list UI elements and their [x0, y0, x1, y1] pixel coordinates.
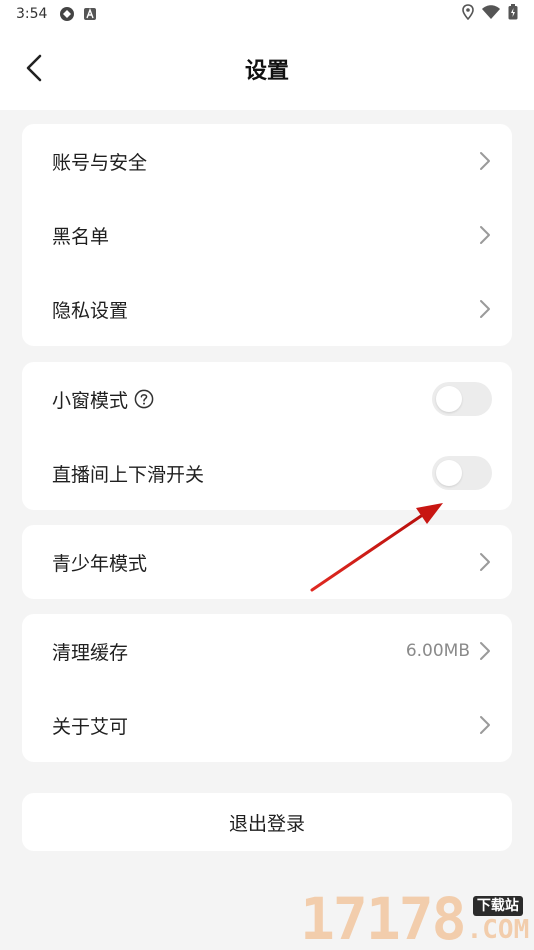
- toggle-knob: [436, 386, 462, 412]
- logout-button[interactable]: 退出登录: [22, 793, 512, 851]
- row-live-swipe-switch: 直播间上下滑开关: [22, 436, 512, 510]
- mini-window-toggle[interactable]: [432, 382, 492, 416]
- row-label: 黑名单: [52, 225, 110, 248]
- location-icon: [462, 4, 474, 24]
- row-clear-cache[interactable]: 清理缓存 6.00MB: [22, 614, 512, 688]
- row-label: 小窗模式: [52, 389, 129, 412]
- top-bar: 设置: [0, 28, 534, 110]
- page-title: 设置: [244, 59, 289, 84]
- row-label: 青少年模式: [52, 552, 148, 575]
- back-button[interactable]: [16, 50, 52, 86]
- watermark-logo: 17178 下载站 .COM: [300, 886, 530, 948]
- row-mini-window-mode: 小窗模式: [22, 362, 512, 436]
- row-privacy-settings[interactable]: 隐私设置: [22, 272, 512, 346]
- watermark-tag: 下载站: [472, 896, 523, 916]
- chevron-right-icon: [478, 715, 492, 735]
- row-label: 隐私设置: [52, 299, 129, 322]
- row-label: 关于艾可: [52, 715, 129, 738]
- status-bar: 3:54: [0, 0, 534, 28]
- a-notification-icon: [83, 7, 97, 21]
- status-time: 3:54: [16, 6, 48, 22]
- chevron-right-icon: [478, 552, 492, 572]
- watermark-digits: 17178: [300, 885, 467, 950]
- row-blacklist[interactable]: 黑名单: [22, 198, 512, 272]
- app-notification-icon: [59, 6, 75, 22]
- row-account-security[interactable]: 账号与安全: [22, 124, 512, 198]
- live-swipe-toggle[interactable]: [432, 456, 492, 490]
- battery-icon: [508, 4, 518, 24]
- cache-size-value: 6.00MB: [405, 641, 470, 661]
- settings-group-misc: 清理缓存 6.00MB 关于艾可: [22, 614, 512, 762]
- settings-group-account: 账号与安全 黑名单 隐私设置: [22, 124, 512, 346]
- row-label: 直播间上下滑开关: [52, 463, 205, 486]
- settings-group-youth: 青少年模式: [22, 525, 512, 599]
- chevron-left-icon: [26, 54, 42, 82]
- row-label: 清理缓存: [52, 641, 129, 664]
- wifi-icon: [482, 5, 500, 23]
- chevron-right-icon: [478, 641, 492, 661]
- chevron-right-icon: [478, 299, 492, 319]
- toggle-knob: [436, 460, 462, 486]
- settings-group-playback: 小窗模式 直播间上下滑开关: [22, 362, 512, 510]
- row-youth-mode[interactable]: 青少年模式: [22, 525, 512, 599]
- chevron-right-icon: [478, 225, 492, 245]
- row-label: 账号与安全: [52, 151, 148, 174]
- help-icon[interactable]: [134, 389, 154, 409]
- watermark-domain: .COM: [466, 915, 530, 945]
- row-about[interactable]: 关于艾可: [22, 688, 512, 762]
- chevron-right-icon: [478, 151, 492, 171]
